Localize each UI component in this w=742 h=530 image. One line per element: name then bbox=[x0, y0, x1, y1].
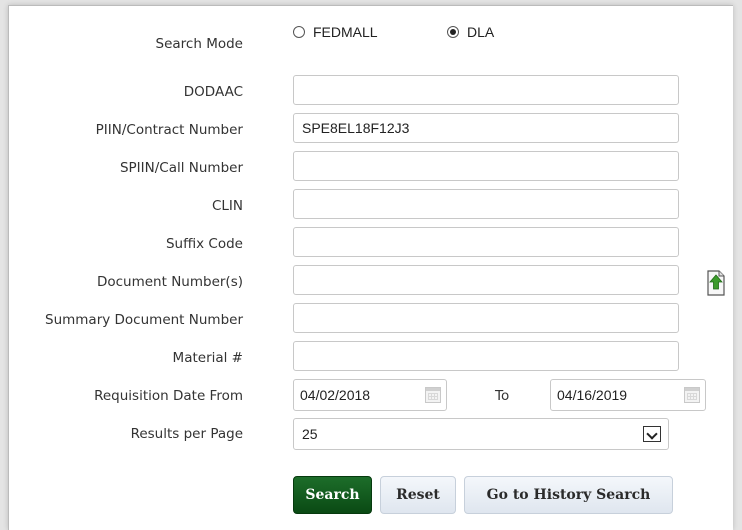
suffix-code-label: Suffix Code bbox=[165, 236, 243, 252]
summary-document-input[interactable] bbox=[293, 303, 679, 333]
requisition-date-from-label: Requisition Date From bbox=[94, 388, 243, 404]
history-search-button[interactable]: Go to History Search bbox=[464, 476, 673, 514]
chevron-down-icon[interactable] bbox=[643, 426, 661, 442]
date-to-value: 04/16/2019 bbox=[557, 387, 628, 403]
radio-fedmall-circle[interactable] bbox=[293, 26, 305, 38]
calendar-icon[interactable] bbox=[684, 387, 700, 403]
spiin-label: SPIIN/Call Number bbox=[119, 160, 243, 176]
radio-fedmall[interactable]: FEDMALL bbox=[293, 24, 378, 40]
suffix-code-input[interactable] bbox=[293, 227, 679, 257]
search-mode-label: Search Mode bbox=[155, 36, 243, 52]
calendar-icon[interactable] bbox=[425, 387, 441, 403]
clin-label: CLIN bbox=[211, 198, 243, 214]
radio-fedmall-label: FEDMALL bbox=[313, 24, 378, 40]
search-form-panel: Search Mode FEDMALL DLA DODAAC PIIN/Cont… bbox=[8, 5, 733, 530]
date-from-value: 04/02/2018 bbox=[300, 387, 371, 403]
clin-input[interactable] bbox=[293, 189, 679, 219]
upload-document-icon[interactable] bbox=[706, 270, 726, 296]
radio-dla-circle[interactable] bbox=[447, 26, 459, 38]
document-numbers-input[interactable] bbox=[293, 265, 679, 295]
summary-document-label: Summary Document Number bbox=[45, 312, 243, 328]
results-per-page-value: 25 bbox=[302, 426, 318, 442]
dodaac-label: DODAAC bbox=[183, 84, 243, 100]
piin-label: PIIN/Contract Number bbox=[95, 122, 243, 138]
radio-dla[interactable]: DLA bbox=[447, 24, 494, 40]
material-label: Material # bbox=[172, 350, 243, 366]
results-per-page-label: Results per Page bbox=[130, 426, 243, 442]
date-from-input[interactable]: 04/02/2018 bbox=[293, 379, 447, 411]
date-to-label: To bbox=[495, 388, 510, 404]
document-numbers-label: Document Number(s) bbox=[96, 274, 243, 290]
reset-button[interactable]: Reset bbox=[380, 476, 456, 514]
dodaac-input[interactable] bbox=[293, 75, 679, 105]
material-input[interactable] bbox=[293, 341, 679, 371]
piin-input[interactable] bbox=[293, 113, 679, 143]
spiin-input[interactable] bbox=[293, 151, 679, 181]
results-per-page-select[interactable]: 25 bbox=[293, 418, 669, 450]
search-button[interactable]: Search bbox=[293, 476, 372, 514]
date-to-input[interactable]: 04/16/2019 bbox=[550, 379, 706, 411]
radio-dla-label: DLA bbox=[467, 24, 495, 40]
